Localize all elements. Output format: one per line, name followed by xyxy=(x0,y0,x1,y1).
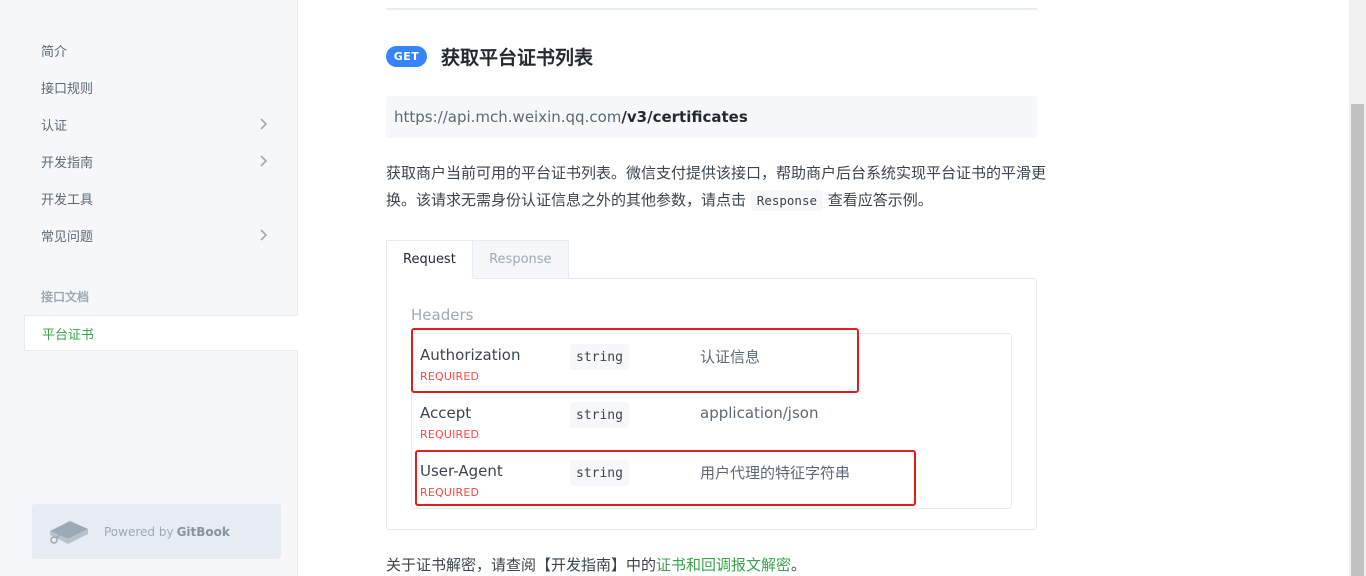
sidebar-item-platform-cert[interactable]: 平台证书 xyxy=(24,315,298,351)
url-path: /v3/certificates xyxy=(621,108,748,126)
sidebar-item-label: 简介 xyxy=(41,44,68,60)
sidebar-item-label: 常见问题 xyxy=(41,229,94,245)
endpoint-description: 获取商户当前可用的平台证书列表。微信支付提供该接口，帮助商户后台系统实现平台证书… xyxy=(386,160,1046,214)
sidebar-item-dev-guide[interactable]: 开发指南 xyxy=(24,143,298,179)
headers-label: Headers xyxy=(411,306,474,324)
sidebar-item-api-rules[interactable]: 接口规则 xyxy=(24,69,298,105)
highlight-box-authorization xyxy=(411,328,859,393)
param-description: application/json xyxy=(700,404,819,422)
footer-text: 关于证书解密，请查阅【开发指南】中的 xyxy=(386,556,657,574)
http-method-badge: GET xyxy=(386,46,427,67)
inline-code-response: Response xyxy=(750,190,824,211)
endpoint-url: https://api.mch.weixin.qq.com/v3/certifi… xyxy=(386,96,1037,138)
sidebar-item-label: 开发指南 xyxy=(41,155,94,171)
sidebar-item-dev-tools[interactable]: 开发工具 xyxy=(24,180,298,216)
chevron-right-icon[interactable] xyxy=(256,154,270,168)
scrollbar-thumb[interactable] xyxy=(1351,104,1364,576)
sidebar-item-label: 认证 xyxy=(41,118,68,134)
highlight-box-user-agent xyxy=(415,450,916,506)
request-response-tabs: Request Response xyxy=(386,240,569,279)
sidebar-item-intro[interactable]: 简介 xyxy=(24,32,298,68)
sidebar-section-title: 接口文档 xyxy=(41,290,90,304)
description-text-after: 查看应答示例。 xyxy=(827,191,933,209)
tab-response[interactable]: Response xyxy=(472,240,569,279)
top-divider xyxy=(386,8,1037,10)
sidebar-item-auth[interactable]: 认证 xyxy=(24,106,298,142)
endpoint-title: 获取平台证书列表 xyxy=(441,47,594,69)
footer-note: 关于证书解密，请查阅【开发指南】中的证书和回调报文解密。 xyxy=(386,554,806,575)
powered-by-gitbook-link[interactable]: Powered by GitBook xyxy=(32,504,281,559)
sidebar-item-label: 接口规则 xyxy=(41,81,94,97)
chevron-right-icon[interactable] xyxy=(256,228,270,242)
footer-text-after: 。 xyxy=(791,556,807,574)
tab-request[interactable]: Request xyxy=(386,240,473,279)
sidebar: 简介 接口规则 认证 开发指南 开发工具 常见问题 接口文档 平台证书 Powe… xyxy=(0,0,298,576)
required-badge: REQUIRED xyxy=(420,428,480,441)
param-type: string xyxy=(570,402,629,428)
powered-brand: GitBook xyxy=(176,524,230,539)
table-row: Accept REQUIRED string application/json xyxy=(411,392,1012,450)
description-text: 获取商户当前可用的平台证书列表。微信支付提供该接口，帮助商户后台系统实现平台证书… xyxy=(386,164,1047,209)
chevron-right-icon[interactable] xyxy=(256,117,270,131)
powered-prefix: Powered by xyxy=(104,524,174,539)
gitbook-logo-icon xyxy=(50,520,88,544)
sidebar-item-label: 开发工具 xyxy=(41,192,94,208)
param-name: Accept xyxy=(420,404,472,422)
sidebar-item-label: 平台证书 xyxy=(42,327,95,343)
sidebar-item-faq[interactable]: 常见问题 xyxy=(24,217,298,253)
cert-decrypt-link[interactable]: 证书和回调报文解密 xyxy=(656,556,791,574)
url-base: https://api.mch.weixin.qq.com xyxy=(394,108,622,126)
